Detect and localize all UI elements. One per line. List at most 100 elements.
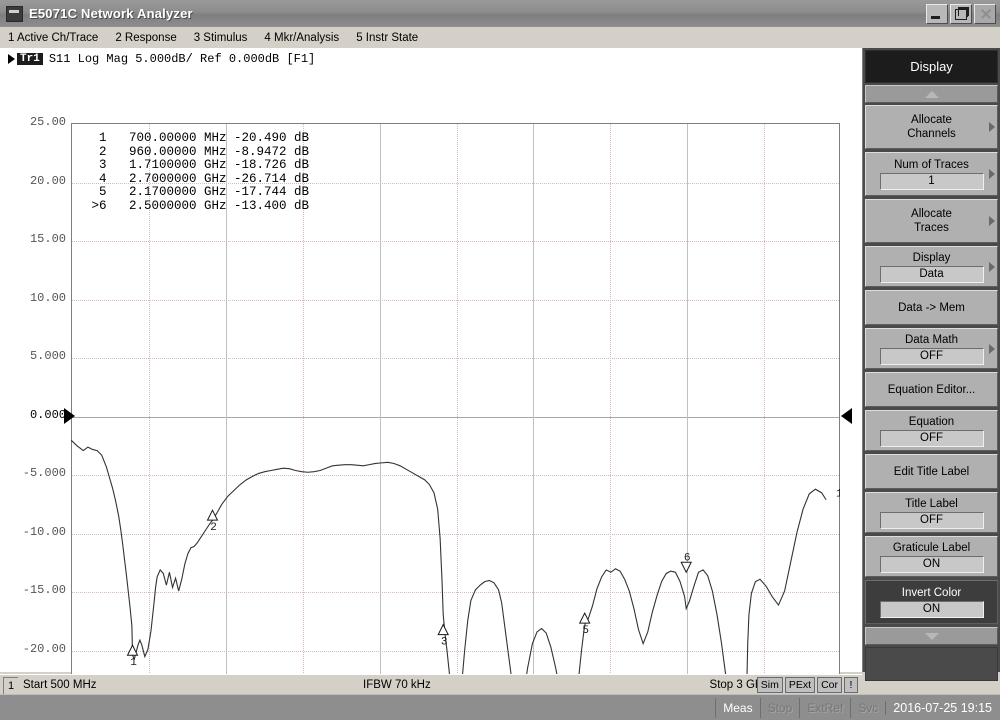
y-axis-tick-label: 0.000 (29, 407, 66, 422)
minimize-button[interactable] (926, 4, 948, 24)
status-badge-sim[interactable]: Sim (756, 677, 783, 693)
ifbw-label[interactable]: IFBW 70 kHz (363, 679, 431, 691)
chevron-down-icon (924, 632, 939, 640)
system-clock: 2016-07-25 19:15 (885, 700, 1000, 715)
menu-stimulus[interactable]: 3 Stimulus (186, 31, 257, 45)
active-trace-arrow-icon (8, 53, 15, 64)
y-axis-tick-label: 15.00 (29, 232, 66, 246)
marker-label: 5 (582, 625, 589, 637)
menu-mkr-analysis[interactable]: 4 Mkr/Analysis (256, 31, 348, 45)
softkey-allocate[interactable]: Allocate Traces (865, 199, 998, 243)
trace-curve-s11 (71, 439, 827, 708)
chevron-right-icon (989, 261, 995, 272)
marker-label: 1 (130, 657, 137, 669)
status-extref: ExtRef (799, 697, 850, 718)
minimize-icon (931, 16, 940, 19)
softkey-equation-editor[interactable]: Equation Editor... (865, 372, 998, 407)
menu-response[interactable]: 2 Response (107, 31, 185, 45)
y-axis-labels: 25.00 20.00 15.00 10.00 5.000 0.000 -5.000 -10.… (0, 115, 66, 714)
softkey-panel: Display Allocate Channels Num of Traces 1 Al… (863, 48, 1000, 681)
menu-instr-state[interactable]: 5 Instr State (348, 31, 427, 45)
softkey-label: Num of Traces (894, 159, 969, 171)
softkey-label: Invert Color (901, 587, 962, 599)
menubar: 1 Active Ch/Trace 2 Response 3 Stimulus … (0, 27, 1000, 49)
marker-triangle-icon (126, 644, 139, 656)
marker-label: 2 (210, 522, 217, 534)
chevron-right-icon (989, 122, 995, 132)
trace-format-text: S11 Log Mag 5.000dB/ Ref 0.000dB [F1] (48, 51, 316, 66)
status-badges: Sim PExt Cor ! (756, 677, 858, 693)
marker-label: 6 (684, 552, 691, 564)
close-button[interactable] (974, 4, 996, 24)
softkey-label-line2: Traces (914, 222, 949, 234)
softkey-panel-title: Display (865, 50, 998, 83)
trace-header[interactable]: Tr1 S11 Log Mag 5.000dB/ Ref 0.000dB [F1… (8, 51, 315, 66)
softkey-value[interactable]: Data (879, 265, 984, 283)
marker-triangle-icon (437, 623, 450, 636)
restore-button[interactable] (950, 4, 972, 24)
channel-number: 1 (3, 676, 18, 694)
softkey-label: Graticule Label (892, 541, 971, 554)
menu-active-ch-trace[interactable]: 1 Active Ch/Trace (0, 31, 107, 45)
softkey-value[interactable]: 1 (879, 173, 984, 190)
softkey-value[interactable]: ON (879, 601, 984, 618)
softkey-label: Allocate (911, 114, 952, 126)
trace-badge: Tr1 (17, 52, 43, 65)
app-icon (6, 5, 23, 22)
status-badge-warning[interactable]: ! (844, 677, 858, 693)
window-title: E5071C Network Analyzer (29, 6, 193, 21)
softkey-label: Display (912, 251, 951, 264)
close-icon (980, 9, 990, 19)
status-meas: Meas (715, 697, 759, 718)
window-titlebar: E5071C Network Analyzer (0, 0, 1000, 28)
trace-marker-5[interactable]: 5 (578, 611, 591, 637)
softkey-label: Equation (908, 415, 955, 428)
channel-status-bar: 1 Start 500 MHz IFBW 70 kHz Stop 3 GHz S… (0, 674, 862, 695)
start-frequency-label[interactable]: Start 500 MHz (23, 679, 97, 691)
status-svc: Svc (850, 697, 885, 718)
y-axis-tick-label: 20.00 (29, 173, 66, 188)
softkey-value[interactable]: ON (879, 555, 984, 573)
softkey-value[interactable]: OFF (879, 429, 984, 447)
chevron-right-icon (989, 169, 995, 179)
softkey-data-mem[interactable]: Data -> Mem (865, 290, 998, 325)
softkey-scroll-up-button[interactable] (865, 85, 998, 103)
softkey-graticule-label[interactable]: Graticule Label ON (865, 536, 998, 577)
trace-marker-1[interactable]: 1 (126, 644, 139, 669)
chevron-right-icon (989, 216, 995, 226)
softkey-list: Allocate Channels Num of Traces 1 Allocate Tr… (865, 105, 998, 624)
softkey-data-math[interactable]: Data Math OFF (865, 328, 998, 369)
softkey-display[interactable]: Display Data (865, 246, 998, 287)
bottom-status-bar: Meas Stop ExtRef Svc 2016-07-25 19:15 (0, 694, 1000, 720)
marker-label: 3 (441, 637, 448, 649)
softkey-value[interactable]: OFF (879, 511, 984, 529)
chevron-right-icon (989, 343, 995, 354)
softkey-num-of-traces[interactable]: Num of Traces 1 (865, 152, 998, 196)
y-axis-tick-label: -20.00 (22, 641, 66, 656)
softkey-allocate[interactable]: Allocate Channels (865, 105, 998, 149)
softkey-invert-color[interactable]: Invert Color ON (865, 580, 998, 624)
status-badge-pext[interactable]: PExt (784, 677, 816, 693)
y-axis-tick-label: -15.00 (22, 583, 66, 597)
softkey-title-label[interactable]: Title Label OFF (865, 492, 998, 533)
softkey-edit-title-label[interactable]: Edit Title Label (865, 454, 998, 489)
restore-icon (955, 7, 969, 20)
softkey-scroll-down-button[interactable] (865, 627, 998, 645)
y-axis-tick-label: -10.00 (22, 524, 66, 539)
y-axis-tick-label: 10.00 (29, 290, 66, 305)
status-badge-cor[interactable]: Cor (817, 677, 842, 693)
softkey-label: Allocate (911, 208, 952, 220)
trace-marker-6[interactable]: 6 (680, 552, 693, 574)
softkey-equation[interactable]: Equation OFF (865, 410, 998, 451)
status-stop: Stop (759, 697, 800, 718)
softkey-value[interactable]: OFF (879, 347, 984, 365)
y-axis-tick-label: 5.000 (29, 349, 66, 363)
app-window: E5071C Network Analyzer 1 Active Ch/Trac… (0, 0, 1000, 720)
window-controls (926, 4, 996, 24)
softkey-label: Data Math (904, 333, 959, 346)
softkey-label: Title Label (905, 497, 958, 510)
softkey-label: Data -> Mem (898, 301, 965, 314)
y-axis-tick-label: -5.000 (22, 466, 66, 480)
trace-marker-3[interactable]: 3 (437, 623, 450, 649)
chevron-up-icon (924, 90, 939, 98)
